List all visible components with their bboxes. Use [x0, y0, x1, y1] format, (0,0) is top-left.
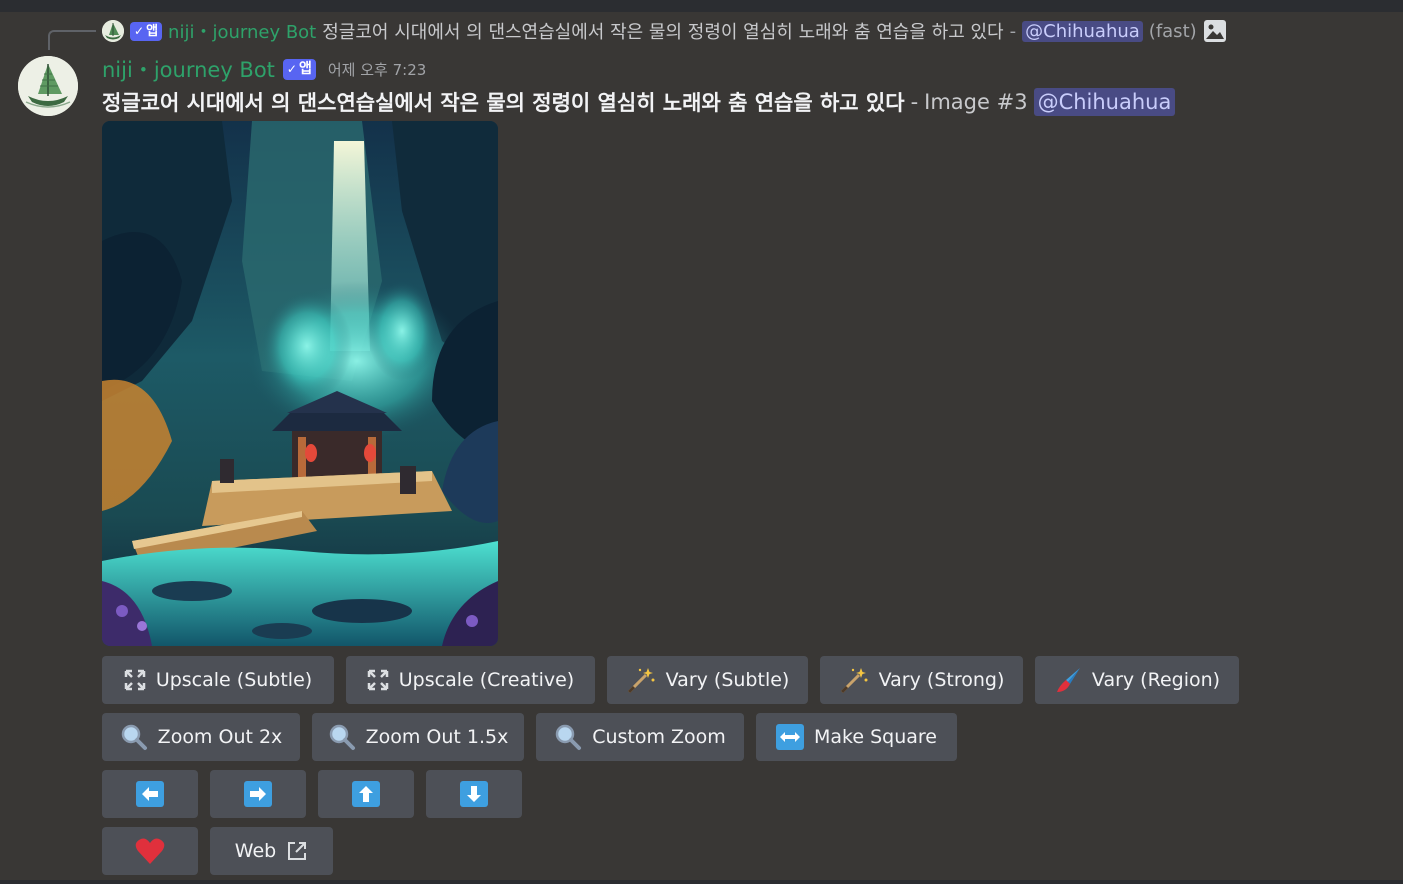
external-link-icon: [288, 842, 307, 860]
vary-strong-button[interactable]: Vary (Strong): [820, 656, 1023, 704]
upscale-creative-button[interactable]: Upscale (Creative): [346, 656, 595, 704]
bot-avatar-small-icon[interactable]: [102, 20, 124, 42]
arrow-left-icon: [136, 781, 164, 807]
top-bar: [0, 0, 1403, 12]
vary-subtle-label: Vary (Subtle): [665, 669, 790, 691]
reply-mention[interactable]: @Chihuahua: [1022, 20, 1143, 42]
app-badge: ✓ 앱: [282, 58, 316, 80]
custom-zoom-label: Custom Zoom: [592, 726, 726, 748]
reply-spine: [48, 30, 96, 50]
app-badge-label: 앱: [146, 23, 159, 39]
author-name[interactable]: niji・journey Bot: [102, 54, 275, 84]
make-square-label: Make Square: [814, 726, 937, 748]
reply-dash: -: [1009, 20, 1017, 42]
author-name-part1: niji: [102, 58, 133, 82]
magnifier-icon: [555, 724, 582, 750]
expand-icon: [124, 669, 146, 691]
reply-bot-name[interactable]: niji・journey Bot: [168, 18, 316, 44]
reply-bot-name-part2: journey Bot: [212, 22, 317, 43]
vary-region-button[interactable]: Vary (Region): [1035, 656, 1239, 704]
make-square-button[interactable]: Make Square: [756, 713, 957, 761]
paintbrush-icon: [1056, 668, 1080, 692]
pan-left-button[interactable]: [102, 770, 198, 818]
magnifier-icon: [121, 724, 147, 750]
image-number: Image #3: [924, 90, 1028, 114]
verified-check-icon: ✓: [134, 23, 145, 38]
app-badge: ✓ 앱: [130, 21, 163, 41]
left-right-arrow-icon: [776, 724, 804, 750]
vary-strong-label: Vary (Strong): [878, 669, 1005, 691]
author-name-dot: ・: [132, 58, 154, 82]
magnifier-icon: [329, 724, 355, 750]
reply-bot-name-part1: niji: [168, 22, 195, 43]
message-content: 정글코어 시대에서 의 댄스연습실에서 작은 물의 정령이 열심히 노래와 춤 …: [102, 86, 1176, 118]
reply-reference[interactable]: ✓ 앱 niji・journey Bot 정글코어 시대에서 의 댄스연습실에서…: [102, 17, 1227, 45]
zoom-out-1-5x-button[interactable]: Zoom Out 1.5x: [312, 713, 524, 761]
upscale-subtle-label: Upscale (Subtle): [155, 669, 313, 691]
upscale-creative-label: Upscale (Creative): [398, 669, 575, 691]
prompt-dash: -: [910, 90, 919, 114]
zoom-out-2x-label: Zoom Out 2x: [157, 726, 283, 748]
timestamp[interactable]: 어제 오후 7:23: [328, 59, 426, 80]
arrow-down-icon: [460, 781, 488, 807]
web-link-button[interactable]: Web: [210, 827, 333, 875]
custom-zoom-button[interactable]: Custom Zoom: [536, 713, 744, 761]
app-badge-label: 앱: [298, 60, 312, 77]
image-icon[interactable]: [1203, 19, 1227, 43]
verified-check-icon: ✓: [286, 61, 297, 76]
expand-icon: [367, 669, 389, 691]
heart-icon: [135, 838, 165, 864]
author-name-part2: journey Bot: [153, 58, 275, 82]
favorite-button[interactable]: [102, 827, 198, 875]
bot-avatar[interactable]: [18, 56, 78, 116]
zoom-out-1-5x-label: Zoom Out 1.5x: [365, 726, 509, 748]
zoom-out-2x-button[interactable]: Zoom Out 2x: [102, 713, 300, 761]
pan-right-button[interactable]: [210, 770, 306, 818]
magic-wand-icon: [627, 668, 655, 694]
web-link-label: Web: [234, 840, 277, 862]
pan-up-button[interactable]: [318, 770, 414, 818]
generated-image[interactable]: [102, 121, 498, 646]
reply-prompt-text[interactable]: 정글코어 시대에서 의 댄스연습실에서 작은 물의 정령이 열심히 노래와 춤 …: [322, 18, 1003, 44]
vary-subtle-button[interactable]: Vary (Subtle): [607, 656, 808, 704]
reply-bot-name-dot: ・: [194, 22, 213, 43]
prompt-text: 정글코어 시대에서 의 댄스연습실에서 작은 물의 정령이 열심히 노래와 춤 …: [102, 91, 905, 115]
message-header: niji・journey Bot ✓ 앱 어제 오후 7:23: [102, 54, 426, 84]
arrow-up-icon: [352, 781, 380, 807]
magic-wand-icon: [840, 668, 868, 694]
arrow-right-icon: [244, 781, 272, 807]
bottom-bar: [0, 880, 1403, 884]
reply-speed: (fast): [1148, 20, 1197, 42]
upscale-subtle-button[interactable]: Upscale (Subtle): [102, 656, 334, 704]
pan-down-button[interactable]: [426, 770, 522, 818]
vary-region-label: Vary (Region): [1091, 669, 1221, 691]
user-mention[interactable]: @Chihuahua: [1033, 88, 1176, 116]
